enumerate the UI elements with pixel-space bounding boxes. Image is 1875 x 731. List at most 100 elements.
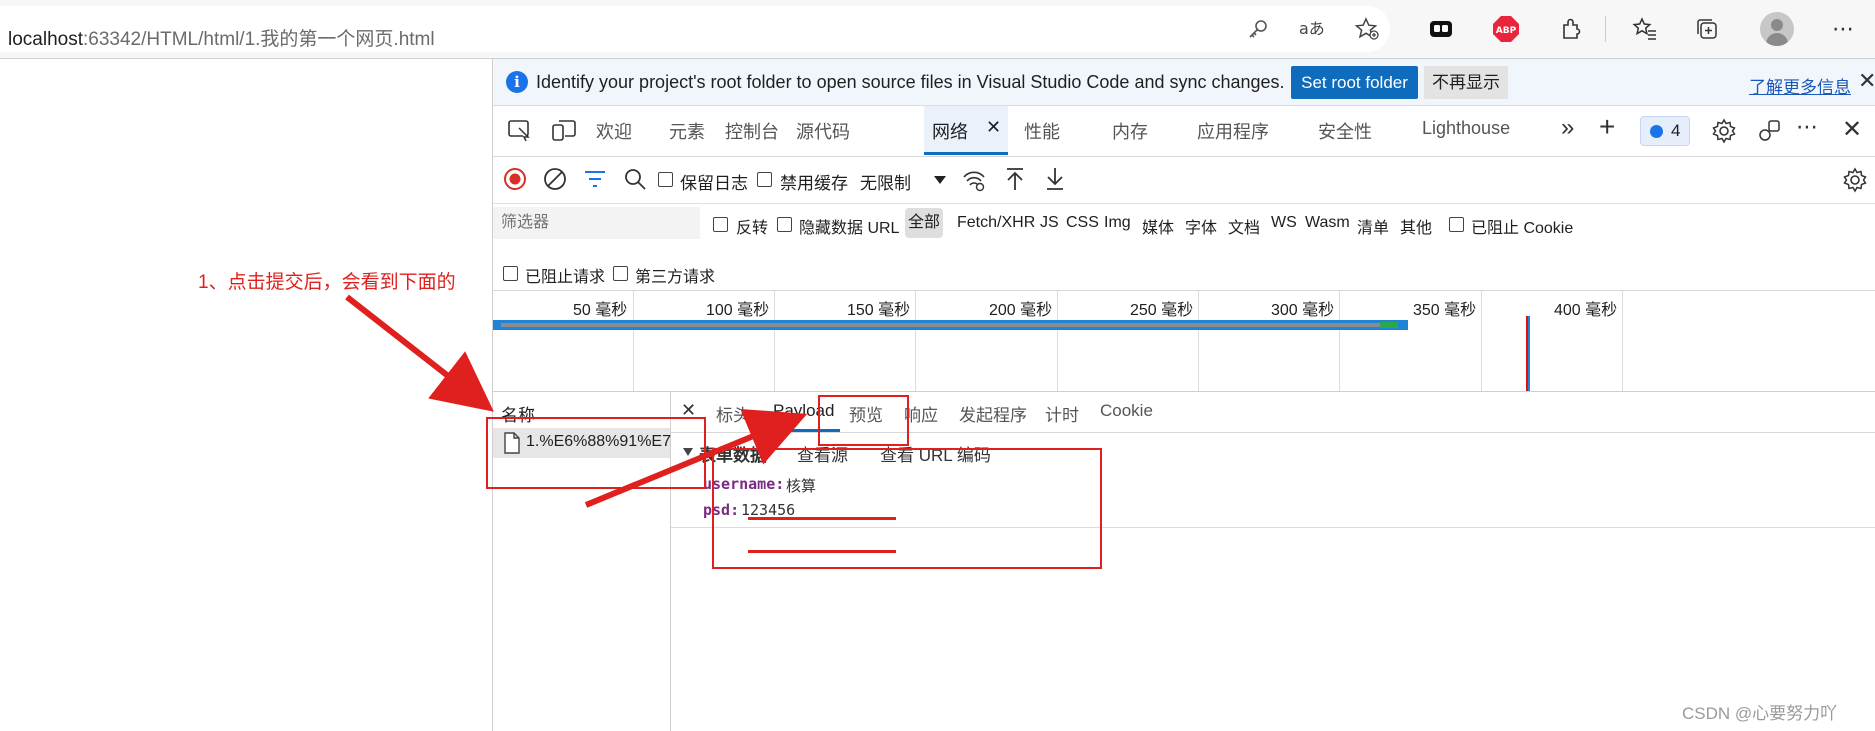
adblock-icon[interactable]: ABP bbox=[1489, 12, 1523, 46]
timeline-gridline bbox=[1339, 290, 1340, 391]
dont-show-again-button[interactable]: 不再显示 bbox=[1424, 66, 1508, 99]
timeline-gridline bbox=[1057, 290, 1058, 391]
tab-performance[interactable]: 性能 bbox=[1024, 118, 1060, 144]
filter-type-all[interactable]: 全部 bbox=[905, 208, 943, 238]
annotation-underline bbox=[748, 517, 896, 520]
learn-more-link[interactable]: 了解更多信息 bbox=[1749, 73, 1851, 98]
filter-bar: 反转 隐藏数据 URL 全部 Fetch/XHR JS CSS Img 媒体 字… bbox=[493, 204, 1875, 291]
third-party-checkbox[interactable] bbox=[613, 266, 628, 281]
network-toolbar: 保留日志 禁用缓存 无限制 bbox=[493, 157, 1875, 204]
timeline-gridline bbox=[774, 290, 775, 391]
tab-initiator[interactable]: 发起程序 bbox=[959, 401, 1027, 426]
timeline-tick-label: 350 毫秒 bbox=[1413, 302, 1477, 319]
tab-lighthouse[interactable]: Lighthouse bbox=[1422, 118, 1510, 139]
key-icon[interactable] bbox=[1241, 12, 1275, 46]
gear-icon[interactable] bbox=[1711, 118, 1737, 149]
extension-icon[interactable] bbox=[1424, 12, 1458, 46]
filter-type-wasm[interactable]: Wasm bbox=[1305, 214, 1350, 232]
timeline-tick-label: 250 毫秒 bbox=[1130, 302, 1194, 319]
hide-data-urls-checkbox[interactable] bbox=[777, 217, 792, 232]
export-har-icon[interactable] bbox=[1043, 166, 1067, 197]
blocked-cookies-label: 已阻止 Cookie bbox=[1471, 220, 1574, 237]
timeline-tick-label: 200 毫秒 bbox=[989, 302, 1053, 319]
network-conditions-icon[interactable] bbox=[961, 167, 987, 198]
svg-text:aあ: aあ bbox=[1299, 19, 1324, 38]
filter-type-fetch-xhr[interactable]: Fetch/XHR bbox=[957, 214, 1035, 232]
read-aloud-icon[interactable]: aあ bbox=[1294, 12, 1328, 46]
import-har-icon[interactable] bbox=[1003, 166, 1027, 197]
device-emulation-icon[interactable] bbox=[551, 117, 577, 148]
filter-type-doc[interactable]: 文档 bbox=[1228, 214, 1260, 238]
tab-headers[interactable]: 标头 bbox=[716, 401, 750, 426]
more-options-icon[interactable]: ⋯ bbox=[1796, 114, 1818, 140]
timeline-gridline bbox=[1481, 290, 1482, 391]
add-favorite-icon[interactable] bbox=[1350, 12, 1384, 46]
blocked-cookies-checkbox[interactable] bbox=[1449, 217, 1464, 232]
preserve-log-checkbox[interactable] bbox=[658, 172, 673, 187]
filter-type-js[interactable]: JS bbox=[1040, 214, 1059, 232]
set-root-folder-button[interactable]: Set root folder bbox=[1291, 66, 1418, 99]
filter-icon[interactable] bbox=[583, 168, 607, 195]
filter-type-media[interactable]: 媒体 bbox=[1142, 214, 1174, 238]
favorites-icon[interactable] bbox=[1628, 12, 1662, 46]
blocked-requests-label: 已阻止请求 bbox=[525, 269, 606, 286]
add-tab-icon[interactable]: + bbox=[1599, 111, 1615, 143]
tab-timing[interactable]: 计时 bbox=[1045, 401, 1079, 426]
blocked-requests-checkbox[interactable] bbox=[503, 266, 518, 281]
url-text[interactable]: localhost:63342/HTML/html/1.我的第一个网页.html bbox=[8, 24, 435, 51]
devtools-panel: i Identify your project's root folder to… bbox=[492, 59, 1875, 731]
filter-type-ws[interactable]: WS bbox=[1271, 214, 1297, 232]
clear-icon[interactable] bbox=[543, 167, 567, 196]
svg-text:ABP: ABP bbox=[1496, 26, 1517, 36]
profile-avatar[interactable] bbox=[1760, 12, 1794, 46]
info-icon: i bbox=[506, 71, 528, 93]
dom-content-loaded-marker bbox=[1528, 316, 1530, 391]
invert-checkbox[interactable] bbox=[713, 217, 728, 232]
timeline-tick-label: 300 毫秒 bbox=[1271, 302, 1335, 319]
remote-devices-icon[interactable] bbox=[1756, 118, 1782, 149]
issues-badge[interactable]: 4 bbox=[1640, 116, 1690, 146]
filter-input[interactable] bbox=[493, 207, 700, 239]
tab-memory[interactable]: 内存 bbox=[1112, 118, 1148, 144]
browser-toolbar: localhost:63342/HTML/html/1.我的第一个网页.html… bbox=[0, 0, 1875, 59]
filter-type-img[interactable]: Img bbox=[1104, 214, 1131, 232]
close-icon[interactable]: ✕ bbox=[1858, 68, 1875, 94]
tab-elements[interactable]: 元素 bbox=[669, 118, 705, 144]
address-bar[interactable]: localhost:63342/HTML/html/1.我的第一个网页.html… bbox=[0, 6, 1390, 52]
tab-cookie[interactable]: Cookie bbox=[1100, 401, 1153, 421]
throttling-select[interactable]: 无限制 bbox=[852, 163, 956, 197]
settings-more-icon[interactable]: ⋯ bbox=[1826, 12, 1860, 46]
request-waiting-bar bbox=[501, 323, 1381, 327]
tab-sources[interactable]: 源代码 bbox=[796, 118, 850, 144]
info-bar: i Identify your project's root folder to… bbox=[493, 59, 1875, 106]
more-tabs-icon[interactable]: » bbox=[1561, 114, 1574, 142]
network-settings-gear-icon[interactable] bbox=[1842, 167, 1868, 198]
disable-cache-checkbox[interactable] bbox=[757, 172, 772, 187]
timeline-tick-label: 50 毫秒 bbox=[573, 302, 628, 319]
arrow-to-request bbox=[345, 294, 494, 412]
filter-type-other[interactable]: 其他 bbox=[1400, 214, 1432, 238]
info-message: Identify your project's root folder to o… bbox=[536, 72, 1285, 92]
tab-response[interactable]: 响应 bbox=[904, 401, 938, 426]
chevron-down-icon bbox=[934, 176, 946, 184]
tab-security[interactable]: 安全性 bbox=[1318, 118, 1372, 144]
url-host: localhost bbox=[8, 29, 83, 50]
search-icon[interactable] bbox=[623, 167, 647, 196]
record-icon[interactable] bbox=[503, 167, 527, 196]
close-devtools-icon[interactable]: ✕ bbox=[1842, 115, 1862, 144]
close-tab-icon[interactable]: ✕ bbox=[986, 117, 1001, 138]
inspect-element-icon[interactable] bbox=[507, 118, 533, 147]
puzzle-icon[interactable] bbox=[1555, 12, 1589, 46]
tab-network[interactable]: 网络 ✕ bbox=[924, 106, 1008, 155]
preserve-log-label: 保留日志 bbox=[680, 174, 748, 193]
filter-type-manifest[interactable]: 清单 bbox=[1357, 214, 1389, 238]
timeline-gridline bbox=[1622, 290, 1623, 391]
timeline-overview[interactable]: 50 毫秒 100 毫秒 150 毫秒 200 毫秒 250 毫秒 300 毫秒… bbox=[493, 290, 1875, 392]
filter-type-font[interactable]: 字体 bbox=[1185, 214, 1217, 238]
tab-application[interactable]: 应用程序 bbox=[1197, 118, 1269, 144]
filter-type-css[interactable]: CSS bbox=[1066, 214, 1099, 232]
tab-console[interactable]: 控制台 bbox=[725, 118, 779, 144]
collections-icon[interactable] bbox=[1690, 12, 1724, 46]
disable-cache-label: 禁用缓存 bbox=[780, 174, 848, 193]
tab-welcome[interactable]: 欢迎 bbox=[596, 118, 632, 144]
